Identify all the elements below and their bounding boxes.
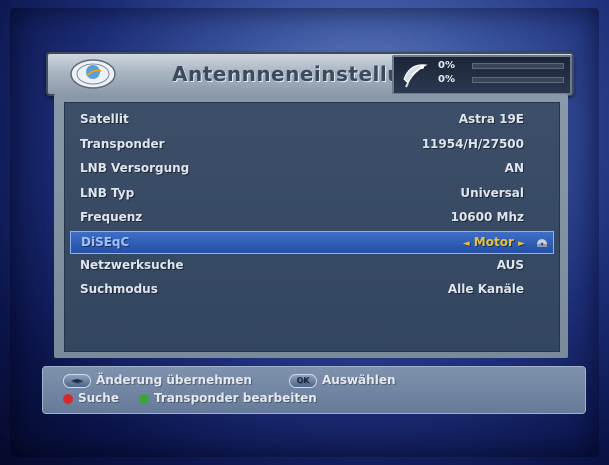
setting-label: LNB Versorgung: [80, 161, 190, 175]
help-red-label: Suche: [78, 391, 119, 405]
setting-value: AUS: [496, 258, 524, 272]
help-ok-label: Auswählen: [322, 373, 396, 387]
setting-row-lnb-typ[interactable]: LNB Typ Universal: [70, 183, 552, 204]
setting-label: Frequenz: [80, 210, 143, 224]
help-change-label: Änderung übernehmen: [96, 373, 252, 387]
help-green-label: Transponder bearbeiten: [154, 391, 317, 405]
help-ok[interactable]: OK Auswählen: [289, 373, 396, 388]
help-green-edit-transponder[interactable]: Transponder bearbeiten: [139, 391, 317, 405]
red-button-icon: [63, 393, 73, 404]
setting-value: Astra 19E: [458, 112, 524, 126]
setting-row-diseqc[interactable]: DiSEqC ◄ Motor ►: [70, 231, 554, 254]
ok-key-icon: OK: [289, 373, 317, 388]
left-right-key-icon: ◄►: [63, 373, 91, 388]
setting-label: DiSEqC: [81, 235, 130, 249]
setting-row-suchmodus[interactable]: Suchmodus Alle Kanäle: [70, 279, 552, 300]
signal-strength-bar: [472, 63, 564, 69]
setting-row-lnb-versorgung[interactable]: LNB Versorgung AN: [70, 158, 552, 179]
satellite-dish-icon: [403, 64, 428, 88]
setting-row-satellit[interactable]: Satellit Astra 19E: [70, 109, 552, 130]
setting-value: AN: [504, 161, 524, 175]
help-change[interactable]: ◄► Änderung übernehmen: [63, 373, 252, 388]
signal-quality-bar: [472, 77, 564, 83]
setting-value: Motor: [473, 235, 514, 249]
setting-row-transponder[interactable]: Transponder 11954/H/27500: [70, 134, 552, 155]
setting-label: LNB Typ: [80, 186, 135, 200]
signal-quality-value: 0%: [438, 74, 455, 85]
setting-value: 10600 Mhz: [450, 210, 524, 224]
setting-label: Satellit: [80, 112, 129, 126]
motor-dish-icon: [537, 239, 547, 247]
green-button-icon: [139, 393, 149, 404]
setting-value-selector[interactable]: ◄ Motor ►: [463, 235, 525, 249]
signal-indicator: 0% 0%: [392, 55, 572, 95]
setting-label: Suchmodus: [80, 282, 158, 296]
setting-row-frequenz[interactable]: Frequenz 10600 Mhz: [70, 207, 552, 228]
help-red-search[interactable]: Suche: [63, 391, 119, 405]
signal-strength-value: 0%: [438, 60, 455, 71]
setting-label: Transponder: [80, 137, 165, 151]
help-bar: ◄► Änderung übernehmen OK Auswählen Suche …: [42, 366, 586, 414]
settings-list: Satellit Astra 19E Transponder 11954/H/2…: [64, 102, 560, 352]
menu-header: Antennneneinstellunge 0% 0%: [46, 52, 574, 96]
setting-row-netzwerksuche[interactable]: Netzwerksuche AUS: [70, 255, 552, 276]
arrow-right-icon[interactable]: ►: [518, 239, 525, 249]
settings-panel: Satellit Astra 19E Transponder 11954/H/2…: [54, 94, 568, 358]
arrow-left-icon[interactable]: ◄: [463, 239, 470, 249]
setting-value: 11954/H/27500: [421, 137, 524, 151]
setting-value: Universal: [460, 186, 524, 200]
setting-label: Netzwerksuche: [80, 258, 184, 272]
setting-value: Alle Kanäle: [447, 282, 524, 296]
satellite-logo-icon: [70, 59, 116, 89]
